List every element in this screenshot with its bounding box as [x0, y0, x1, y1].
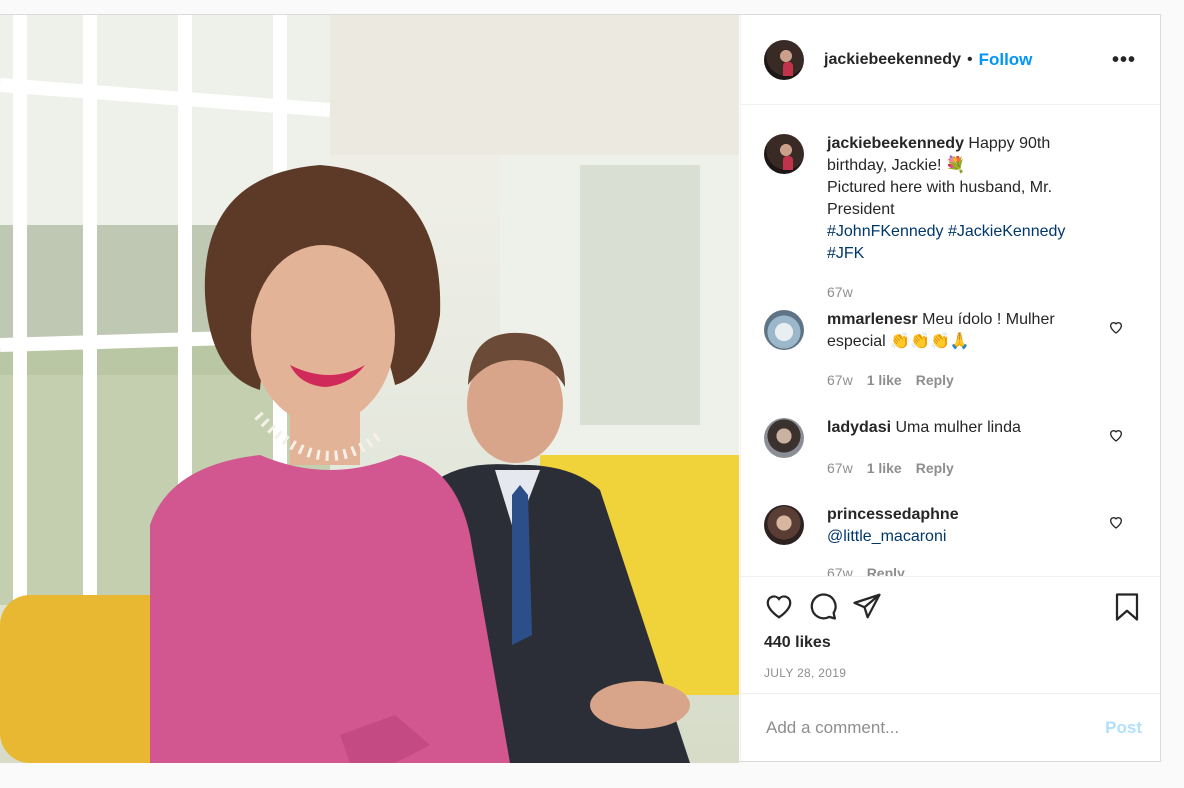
comment-item: princessedaphne @little_macaroni 67w Rep…: [764, 504, 1140, 576]
comment-item: ladydasi Uma mulher linda 67w 1 like Rep…: [764, 417, 1140, 479]
reply-button[interactable]: Reply: [916, 369, 954, 391]
caption-avatar[interactable]: [764, 134, 804, 174]
caption-username[interactable]: jackiebeekennedy: [827, 135, 964, 152]
like-comment-heart-icon[interactable]: [1108, 427, 1124, 443]
comment-age: 67w: [827, 372, 853, 388]
comment-username[interactable]: ladydasi: [827, 419, 891, 436]
comment-avatar[interactable]: [764, 418, 804, 458]
post-header: jackiebeekennedy • Follow •••: [741, 15, 1160, 105]
add-comment-bar: Post: [741, 693, 1160, 761]
comment-age: 67w: [827, 565, 853, 576]
caption-hashtags[interactable]: #JohnFKennedy #JackieKennedy #JFK: [827, 223, 1065, 262]
comments-list[interactable]: jackiebeekennedy Happy 90th birthday, Ja…: [741, 106, 1160, 576]
comment-mention[interactable]: @little_macaroni: [827, 528, 946, 545]
follow-button[interactable]: Follow: [979, 50, 1033, 70]
like-comment-heart-icon[interactable]: [1108, 514, 1124, 530]
more-options-icon[interactable]: •••: [1112, 50, 1136, 70]
comment-username[interactable]: princessedaphne: [827, 506, 959, 523]
post-date: JULY 28, 2019: [764, 666, 847, 680]
likes-count[interactable]: 440 likes: [764, 634, 831, 652]
comment-text: Uma mulher linda: [895, 419, 1021, 436]
reply-button[interactable]: Reply: [916, 457, 954, 479]
comment-age: 67w: [827, 460, 853, 476]
caption-age: 67w: [827, 284, 853, 300]
bookmark-icon[interactable]: [1112, 591, 1142, 623]
author-avatar[interactable]: [764, 39, 804, 80]
comment-icon[interactable]: [807, 591, 839, 621]
comment-item: mmarlenesr Meu ídolo ! Mulher especial 👏…: [764, 309, 1140, 391]
author-username[interactable]: jackiebeekennedy: [824, 51, 961, 69]
post-actions: 440 likes JULY 28, 2019: [741, 576, 1160, 695]
heart-icon[interactable]: [763, 591, 795, 621]
post-comment-button[interactable]: Post: [1105, 718, 1142, 738]
reply-button[interactable]: Reply: [867, 562, 905, 576]
comment-avatar[interactable]: [764, 310, 804, 350]
separator-dot: •: [966, 50, 973, 68]
comment-likes[interactable]: 1 like: [867, 369, 902, 391]
comment-likes[interactable]: 1 like: [867, 457, 902, 479]
share-icon[interactable]: [851, 591, 883, 621]
comment-username[interactable]: mmarlenesr: [827, 311, 918, 328]
add-comment-input[interactable]: [764, 716, 1106, 739]
like-comment-heart-icon[interactable]: [1108, 319, 1124, 335]
caption-text-2: Pictured here with husband, Mr. Presiden…: [827, 179, 1053, 218]
photo-illustration: [0, 15, 739, 763]
comment-avatar[interactable]: [764, 505, 804, 545]
caption-item: jackiebeekennedy Happy 90th birthday, Ja…: [764, 133, 1140, 303]
post-sidebar: jackiebeekennedy • Follow ••• jackiebeek…: [740, 15, 1160, 761]
post-card: jackiebeekennedy • Follow ••• jackiebeek…: [0, 14, 1161, 763]
post-photo[interactable]: [0, 15, 739, 763]
